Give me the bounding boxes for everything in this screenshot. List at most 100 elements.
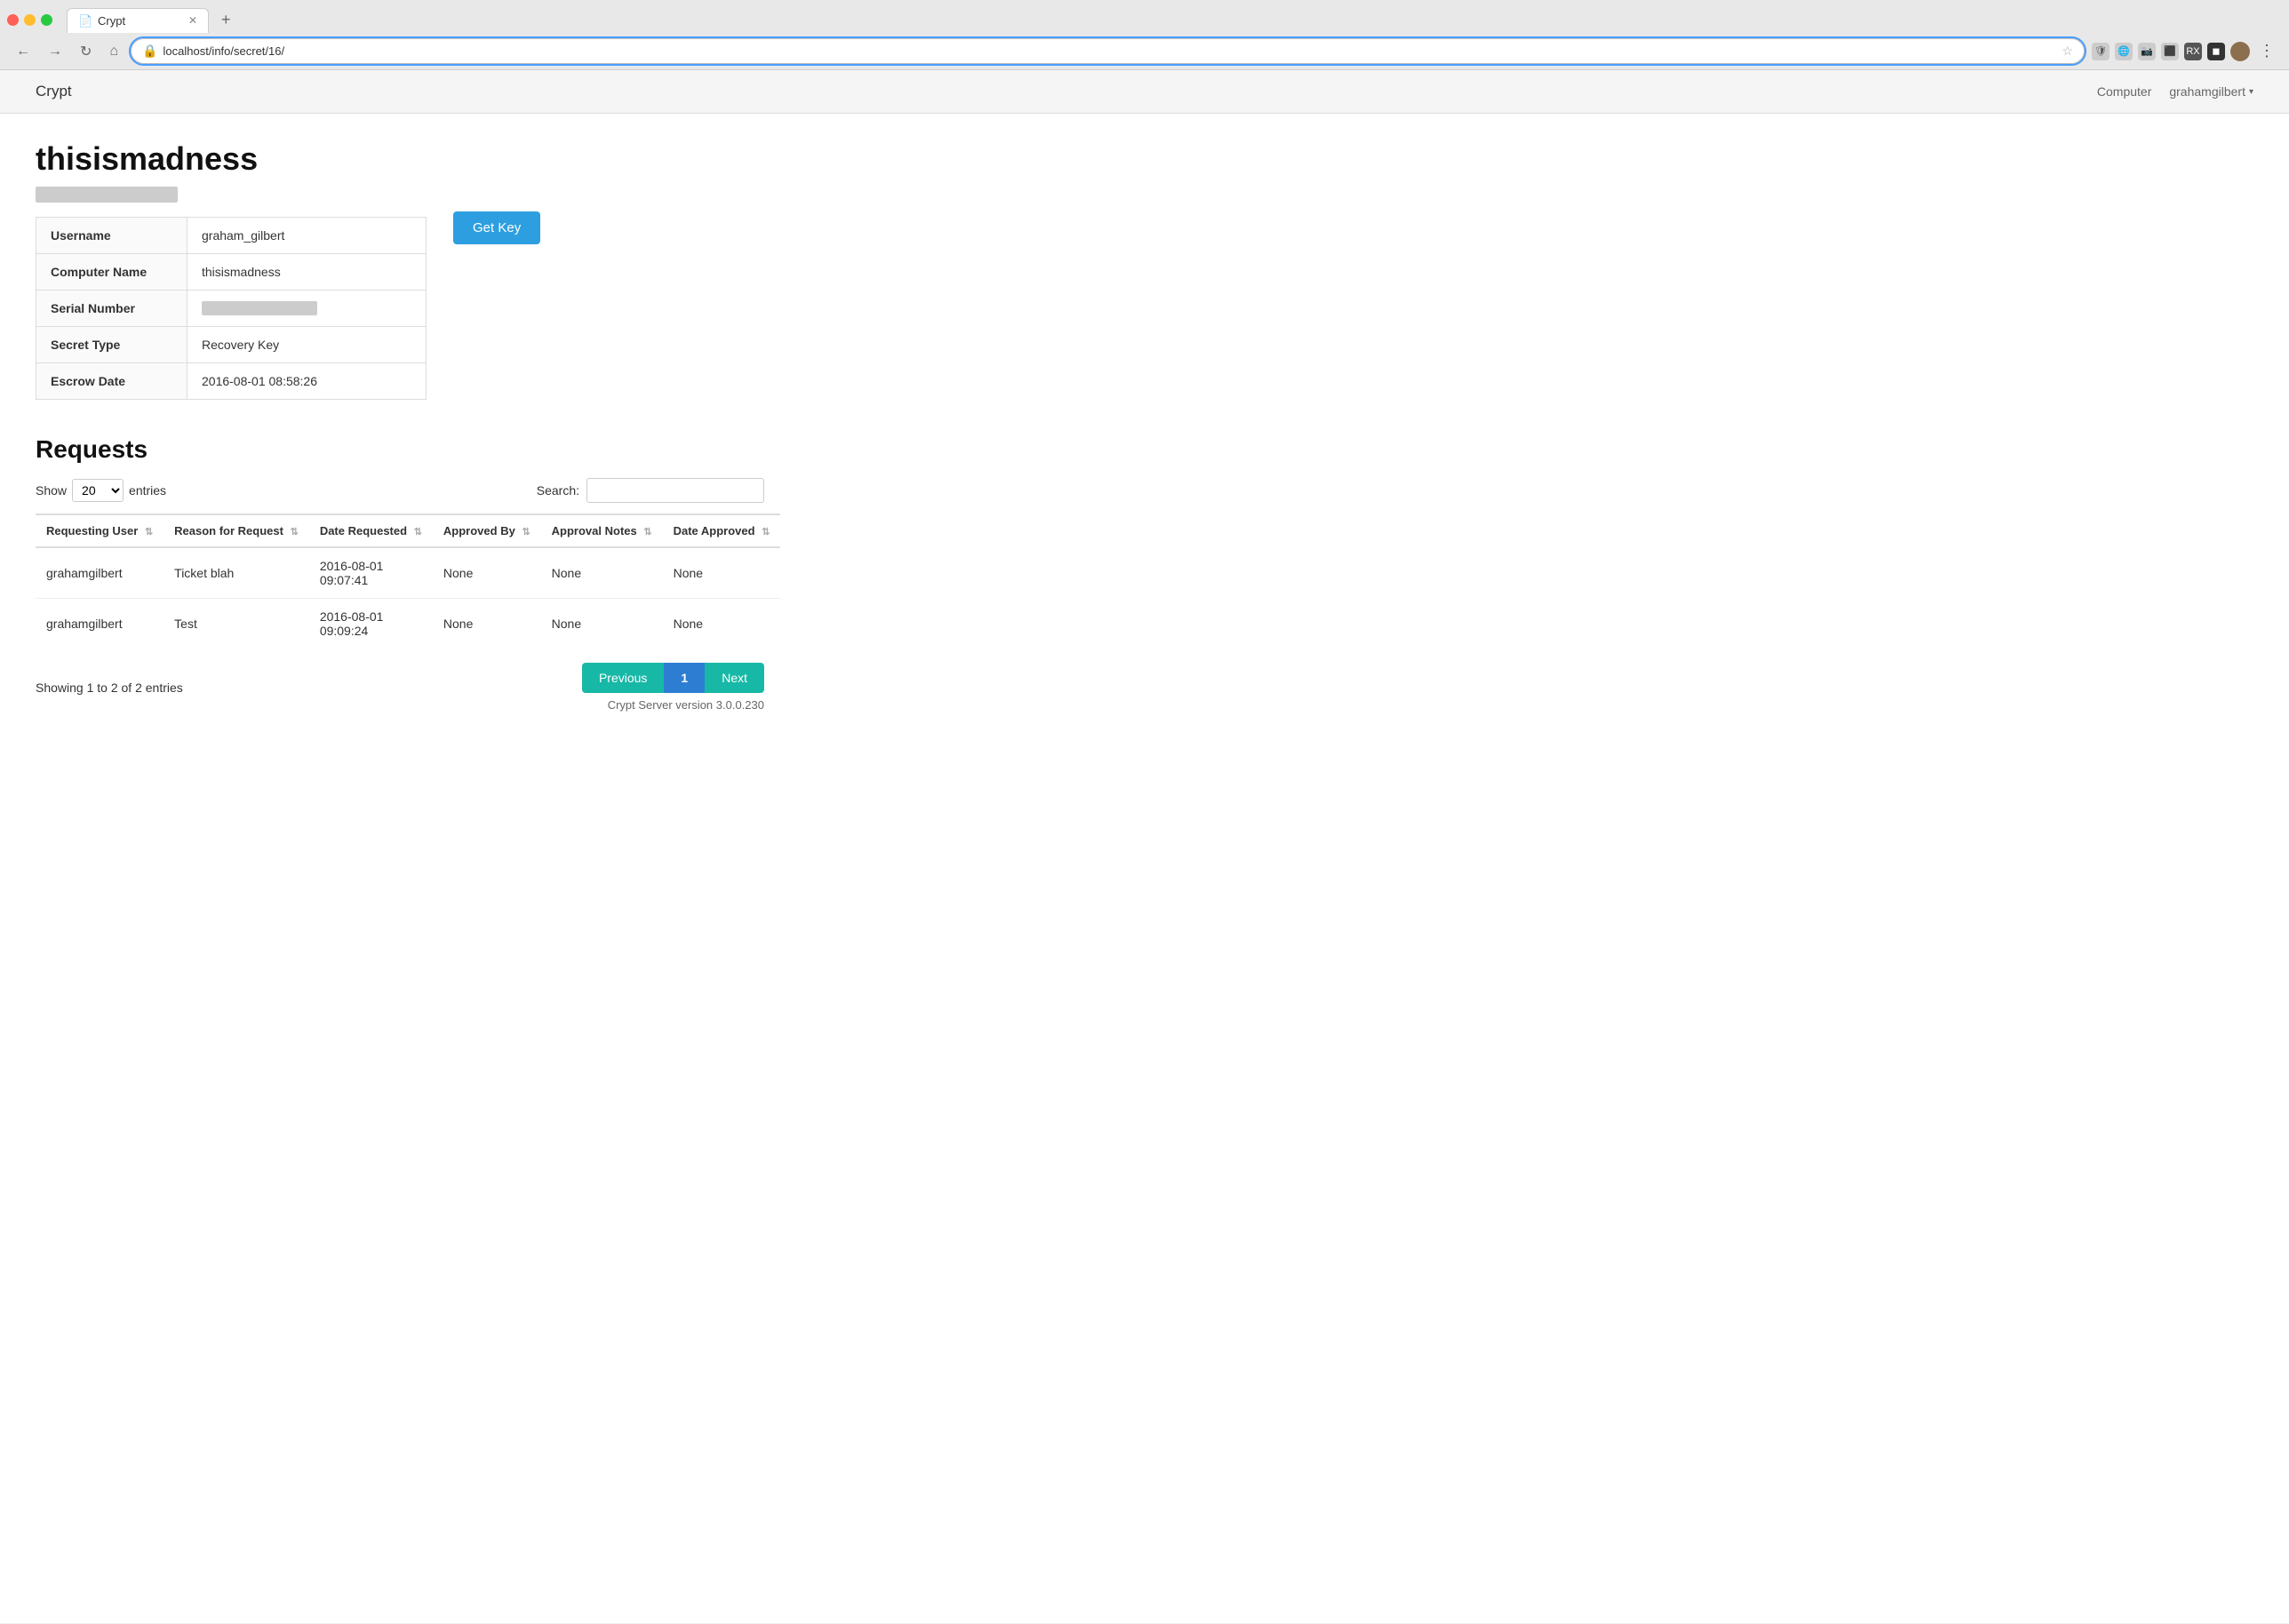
tab-page-icon: 📄 <box>78 14 91 27</box>
username-label: grahamgilbert <box>2169 84 2245 99</box>
table-row: grahamgilbert Test 2016-08-01 09:09:24 N… <box>36 599 780 649</box>
label-username: Username <box>36 218 187 254</box>
address-bar: ← → ↻ ⌂ 🔒 localhost/info/secret/16/ ☆ 🛡 … <box>0 33 2289 69</box>
new-tab-button[interactable]: + <box>214 7 238 33</box>
next-button[interactable]: Next <box>705 663 764 693</box>
search-area: Search: <box>537 478 764 503</box>
sort-icon-reason: ⇅ <box>291 527 299 537</box>
showing-text: Showing 1 to 2 of 2 entries <box>36 681 183 695</box>
get-key-button[interactable]: Get Key <box>453 211 540 244</box>
entries-select[interactable]: 20 10 50 100 <box>72 479 124 502</box>
url-bar[interactable]: 🔒 localhost/info/secret/16/ ☆ <box>131 38 2085 64</box>
cell-approval-notes: None <box>541 547 663 599</box>
table-row: Escrow Date 2016-08-01 08:58:26 <box>36 363 427 400</box>
bookmark-icon[interactable]: ☆ <box>2062 44 2073 59</box>
header-right: Computer grahamgilbert ▾ <box>2097 84 2253 99</box>
sort-icon-requesting-user: ⇅ <box>145 527 153 537</box>
cell-reason: Test <box>164 599 309 649</box>
col-reason[interactable]: Reason for Request ⇅ <box>164 514 309 547</box>
label-computer-name: Computer Name <box>36 254 187 291</box>
col-requesting-user[interactable]: Requesting User ⇅ <box>36 514 164 547</box>
tab-close-icon[interactable]: ✕ <box>188 14 197 27</box>
url-secure-icon: 🔒 <box>142 44 157 59</box>
secret-heading: thisismadness <box>36 140 764 178</box>
requests-heading: Requests <box>36 435 764 464</box>
home-button[interactable]: ⌂ <box>104 42 124 61</box>
forward-button[interactable]: → <box>43 42 68 61</box>
browser-menu-button[interactable]: ⋮ <box>2255 40 2278 62</box>
cell-requesting-user: grahamgilbert <box>36 547 164 599</box>
window-controls <box>7 14 52 26</box>
extension-icon-2[interactable]: ⬛ <box>2161 43 2179 60</box>
back-button[interactable]: ← <box>11 42 36 61</box>
page-wrapper: Crypt Computer grahamgilbert ▾ thisismad… <box>0 70 2289 1623</box>
requests-section: Requests Show 20 10 50 100 entries Searc… <box>36 435 764 712</box>
secret-info-table: Username graham_gilbert Computer Name th… <box>36 217 427 400</box>
sort-icon-approved-by: ⇅ <box>522 527 530 537</box>
col-date-requested[interactable]: Date Requested ⇅ <box>309 514 433 547</box>
value-secret-type: Recovery Key <box>187 327 427 363</box>
cell-date-approved: None <box>663 599 781 649</box>
user-avatar[interactable] <box>2230 42 2250 61</box>
value-serial-number <box>187 291 427 327</box>
extension-icon-1[interactable]: 🌐 <box>2115 43 2133 60</box>
search-input[interactable] <box>586 478 764 503</box>
table-row: grahamgilbert Ticket blah 2016-08-01 09:… <box>36 547 780 599</box>
sort-icon-approval-notes: ⇅ <box>643 527 651 537</box>
tab-title: Crypt <box>98 14 125 28</box>
user-dropdown-arrow: ▾ <box>2249 87 2253 97</box>
cell-date-approved: None <box>663 547 781 599</box>
table-footer: Showing 1 to 2 of 2 entries Previous 1 N… <box>36 663 764 712</box>
cell-date-requested: 2016-08-01 09:09:24 <box>309 599 433 649</box>
extension-icon-4[interactable]: ◼ <box>2207 43 2225 60</box>
col-approval-notes[interactable]: Approval Notes ⇅ <box>541 514 663 547</box>
label-secret-type: Secret Type <box>36 327 187 363</box>
pagination: Previous 1 Next <box>582 663 764 693</box>
cell-date-requested: 2016-08-01 09:07:41 <box>309 547 433 599</box>
previous-button[interactable]: Previous <box>582 663 664 693</box>
col-approved-by[interactable]: Approved By ⇅ <box>433 514 541 547</box>
sort-icon-date-approved: ⇅ <box>762 527 770 537</box>
url-text: localhost/info/secret/16/ <box>164 44 2057 58</box>
camera-icon[interactable]: 📷 <box>2138 43 2156 60</box>
refresh-button[interactable]: ↻ <box>75 41 97 62</box>
cell-reason: Ticket blah <box>164 547 309 599</box>
serial-redacted <box>202 301 317 315</box>
computer-nav-link[interactable]: Computer <box>2097 84 2151 99</box>
main-content: thisismadness Username graham_gilbert Co… <box>0 114 800 747</box>
info-section: Username graham_gilbert Computer Name th… <box>36 203 764 400</box>
table-controls: Show 20 10 50 100 entries Search: <box>36 478 764 503</box>
browser-chrome: 📄 Crypt ✕ + ← → ↻ ⌂ 🔒 localhost/info/sec… <box>0 0 2289 70</box>
extension-icon-3[interactable]: RX <box>2184 43 2202 60</box>
pocket-icon[interactable]: 🛡 <box>2092 43 2110 60</box>
redacted-key-display <box>36 187 178 203</box>
sort-icon-date-requested: ⇅ <box>414 527 422 537</box>
browser-extension-icons: 🛡 🌐 📷 ⬛ RX ◼ ⋮ <box>2092 40 2278 62</box>
version-text: Crypt Server version 3.0.0.230 <box>608 698 764 712</box>
requests-table: Requesting User ⇅ Reason for Request ⇅ D… <box>36 513 780 649</box>
search-label: Search: <box>537 483 579 498</box>
page-number-button[interactable]: 1 <box>664 663 705 693</box>
cell-approved-by: None <box>433 547 541 599</box>
value-computer-name: thisismadness <box>187 254 427 291</box>
window-close-button[interactable] <box>7 14 19 26</box>
table-row: Serial Number <box>36 291 427 327</box>
cell-requesting-user: grahamgilbert <box>36 599 164 649</box>
cell-approved-by: None <box>433 599 541 649</box>
window-minimize-button[interactable] <box>24 14 36 26</box>
table-header-row: Requesting User ⇅ Reason for Request ⇅ D… <box>36 514 780 547</box>
value-escrow-date: 2016-08-01 08:58:26 <box>187 363 427 400</box>
app-header: Crypt Computer grahamgilbert ▾ <box>0 70 2289 114</box>
user-menu[interactable]: grahamgilbert ▾ <box>2169 84 2253 99</box>
label-escrow-date: Escrow Date <box>36 363 187 400</box>
table-row: Computer Name thisismadness <box>36 254 427 291</box>
show-entries-control: Show 20 10 50 100 entries <box>36 479 166 502</box>
app-title: Crypt <box>36 83 72 100</box>
label-serial-number: Serial Number <box>36 291 187 327</box>
table-row: Secret Type Recovery Key <box>36 327 427 363</box>
col-date-approved[interactable]: Date Approved ⇅ <box>663 514 781 547</box>
browser-tab[interactable]: 📄 Crypt ✕ <box>67 8 209 33</box>
footer-right: Previous 1 Next Crypt Server version 3.0… <box>582 663 764 712</box>
window-maximize-button[interactable] <box>41 14 52 26</box>
table-row: Username graham_gilbert <box>36 218 427 254</box>
